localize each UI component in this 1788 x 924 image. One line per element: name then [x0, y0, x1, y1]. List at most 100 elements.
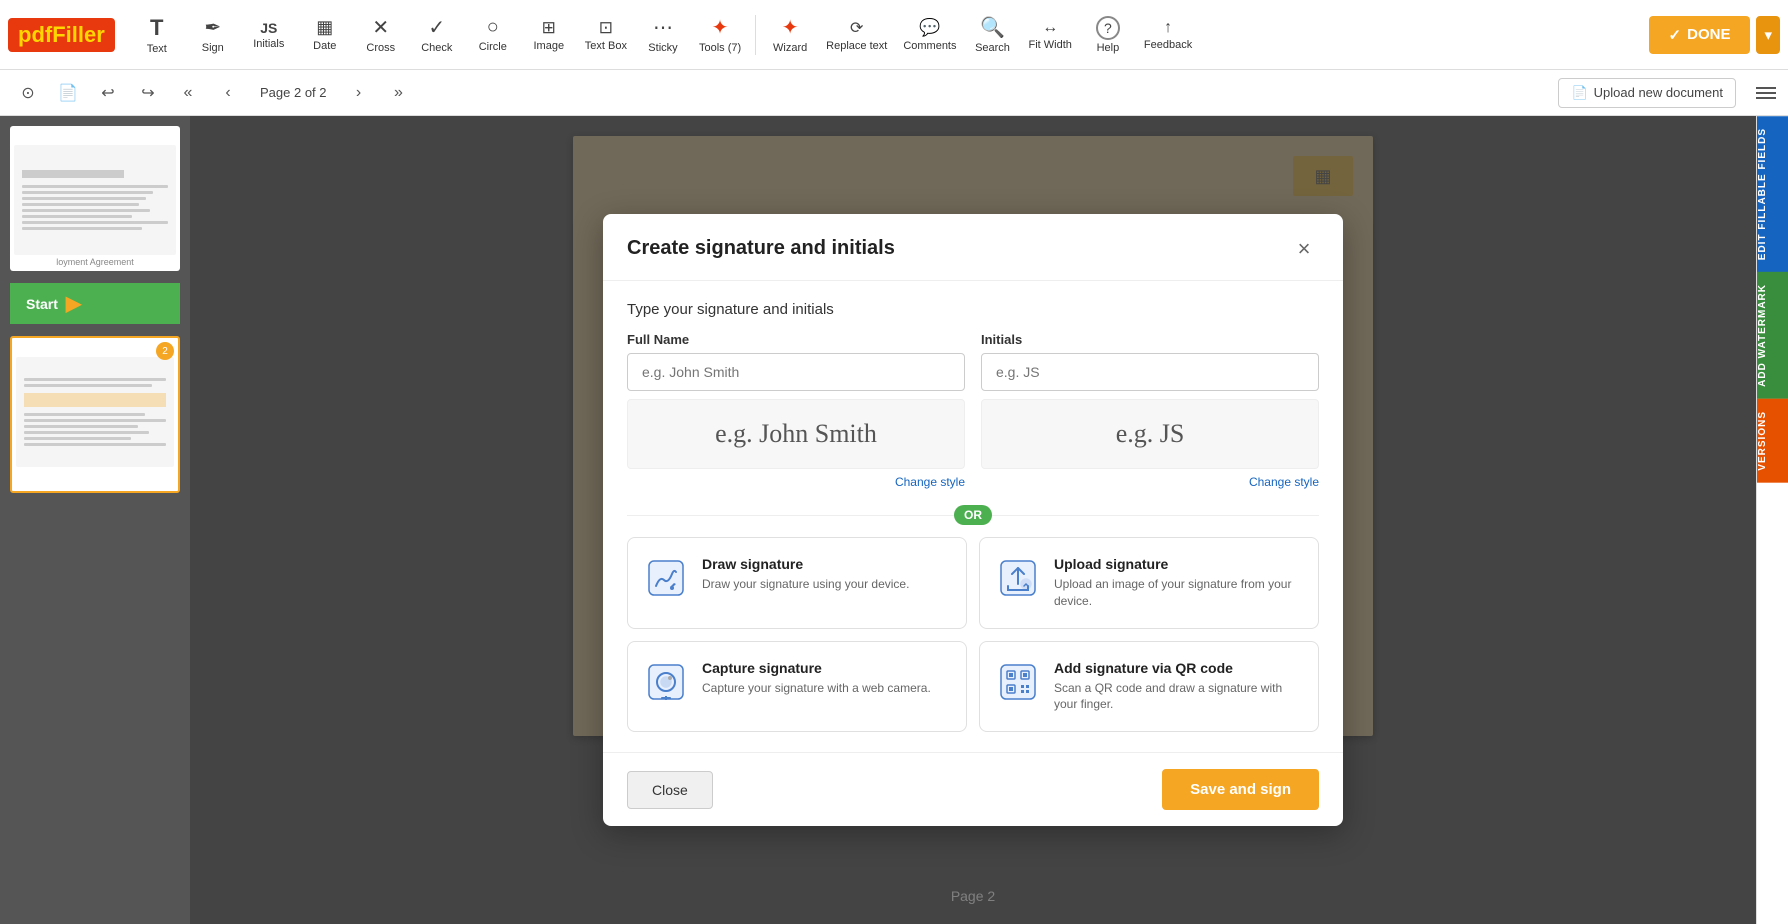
text-icon: T [150, 15, 163, 41]
qr-signature-card[interactable]: Add signature via QR code Scan a QR code… [979, 641, 1319, 733]
tool-comments-label: Comments [903, 40, 956, 52]
initials-preview-text: e.g. JS [1116, 419, 1185, 449]
start-label: Start [26, 296, 58, 312]
logo-highlight: Filler [52, 22, 105, 47]
start-button[interactable]: Start ▶ [10, 283, 180, 324]
tool-fitwidth-label: Fit Width [1029, 39, 1072, 51]
tool-tools-label: Tools (7) [699, 42, 741, 54]
draw-signature-card[interactable]: Draw signature Draw your signature using… [627, 537, 967, 629]
next-next-page-button[interactable]: » [383, 77, 415, 109]
tool-initials[interactable]: JS Initials [243, 16, 295, 54]
full-name-preview-text: e.g. John Smith [715, 419, 877, 449]
or-divider: OR [627, 505, 1319, 525]
initials-change-style[interactable]: Change style [981, 475, 1319, 489]
or-badge: OR [954, 505, 992, 525]
tool-text-label: Text [147, 43, 167, 55]
replace-icon: ⟳ [850, 18, 863, 38]
sidebar: 1 loyment Agreement Start ▶ [0, 116, 190, 924]
initials-label: Initials [981, 332, 1319, 347]
tool-wizard[interactable]: ✦ Wizard [764, 11, 816, 58]
page-thumb-2[interactable]: 2 2 ▲ ▼ 🗑 ⋯ [10, 336, 180, 493]
tool-sticky-label: Sticky [648, 42, 677, 54]
capture-signature-card[interactable]: Capture signature Capture your signature… [627, 641, 967, 733]
tool-cross[interactable]: ✕ Cross [355, 11, 407, 58]
add-watermark-tab[interactable]: ADD WATERMARK [1757, 272, 1788, 399]
full-name-group: Full Name e.g. John Smith Change style [627, 332, 965, 489]
upload-icon: 📄 [1571, 85, 1587, 101]
redo-button[interactable]: ↪ [132, 77, 164, 109]
prev-page-button[interactable]: ‹ [212, 77, 244, 109]
separator-1 [755, 15, 756, 55]
thumb-line [22, 221, 168, 224]
tool-comments[interactable]: 💬 Comments [897, 14, 962, 56]
new-doc-button[interactable]: 📄 [52, 77, 84, 109]
full-name-change-style[interactable]: Change style [627, 475, 965, 489]
draw-card-title: Draw signature [702, 556, 909, 572]
tool-feedback[interactable]: ↑ Feedback [1138, 15, 1198, 55]
tool-circle[interactable]: ○ Circle [467, 12, 519, 57]
thumb-line [24, 378, 166, 381]
full-name-input[interactable] [627, 353, 965, 391]
thumb-delete-button[interactable]: 🗑 [50, 471, 67, 487]
content-area: ▦ Page 2 Create signature and initials ×… [190, 116, 1756, 924]
main-area: 1 loyment Agreement Start ▶ [0, 116, 1788, 924]
option-cards: Draw signature Draw your signature using… [627, 537, 1319, 732]
qr-card-content: Add signature via QR code Scan a QR code… [1054, 660, 1302, 714]
close-button[interactable]: Close [627, 771, 713, 809]
tool-textbox[interactable]: ⊡ Text Box [579, 14, 633, 56]
upload-signature-card[interactable]: Upload signature Upload an image of your… [979, 537, 1319, 629]
thumb-tools: ▲ ▼ 🗑 ⋯ [16, 471, 174, 487]
tool-replace[interactable]: ⟳ Replace text [820, 14, 893, 56]
modal-close-button[interactable]: × [1289, 234, 1319, 264]
page2-preview [16, 357, 174, 467]
versions-tab[interactable]: VERSIONS [1757, 399, 1788, 483]
thumb-line [24, 431, 149, 434]
tool-tools[interactable]: ✦ Tools (7) [693, 11, 747, 58]
thumb-up-button[interactable]: ▲ [16, 471, 29, 487]
page-thumb-1[interactable]: 1 loyment Agreement [10, 126, 180, 271]
tool-text[interactable]: T Text [131, 11, 183, 59]
tool-image[interactable]: ⊞ Image [523, 14, 575, 56]
tool-search[interactable]: 🔍 Search [967, 11, 1019, 58]
thumb-down-button[interactable]: ▼ [33, 471, 46, 487]
undo-button[interactable]: ↩ [92, 77, 124, 109]
done-dropdown-button[interactable]: ▾ [1756, 16, 1780, 54]
thumb-line [24, 437, 131, 440]
tool-sign[interactable]: ✒ Sign [187, 11, 239, 58]
tool-date-label: Date [313, 40, 336, 52]
copy-button[interactable]: ⊙ [12, 77, 44, 109]
upload-doc-button[interactable]: 📄 Upload new document [1558, 78, 1736, 108]
initials-input[interactable] [981, 353, 1319, 391]
thumb-line [24, 384, 152, 387]
prev-prev-page-button[interactable]: « [172, 77, 204, 109]
tool-fitwidth[interactable]: ↔ Fit Width [1023, 15, 1078, 55]
upload-icon [996, 556, 1040, 600]
thumb-line [22, 209, 150, 212]
menu-button[interactable] [1756, 87, 1776, 99]
modal-section-title: Type your signature and initials [627, 301, 1319, 318]
next-page-button[interactable]: › [343, 77, 375, 109]
tool-image-label: Image [533, 40, 564, 52]
thumb-line [22, 215, 132, 218]
tool-check-label: Check [421, 42, 452, 54]
page2-number: 2 [16, 342, 174, 353]
tool-check[interactable]: ✓ Check [411, 11, 463, 58]
upload-card-content: Upload signature Upload an image of your… [1054, 556, 1302, 610]
tool-sticky[interactable]: ⋯ Sticky [637, 11, 689, 58]
done-label: DONE [1687, 26, 1730, 43]
thumb-line [24, 425, 138, 428]
tool-date[interactable]: ▦ Date [299, 13, 351, 56]
save-sign-button[interactable]: Save and sign [1162, 769, 1319, 810]
modal-footer: Close Save and sign [603, 752, 1343, 826]
thumb-more-button[interactable]: ⋯ [70, 471, 83, 487]
edit-fillable-tab[interactable]: EDIT FILLABLE FIELDS [1757, 116, 1788, 272]
tool-help[interactable]: ? Help [1082, 12, 1134, 58]
fitwidth-icon: ↔ [1042, 19, 1058, 37]
thumb-line [22, 185, 168, 188]
modal-header: Create signature and initials × [603, 214, 1343, 281]
draw-icon [644, 556, 688, 600]
full-name-preview: e.g. John Smith [627, 399, 965, 469]
tool-textbox-label: Text Box [585, 40, 627, 52]
logo[interactable]: pdfFiller [8, 18, 115, 52]
done-button[interactable]: ✓ DONE [1649, 16, 1751, 54]
